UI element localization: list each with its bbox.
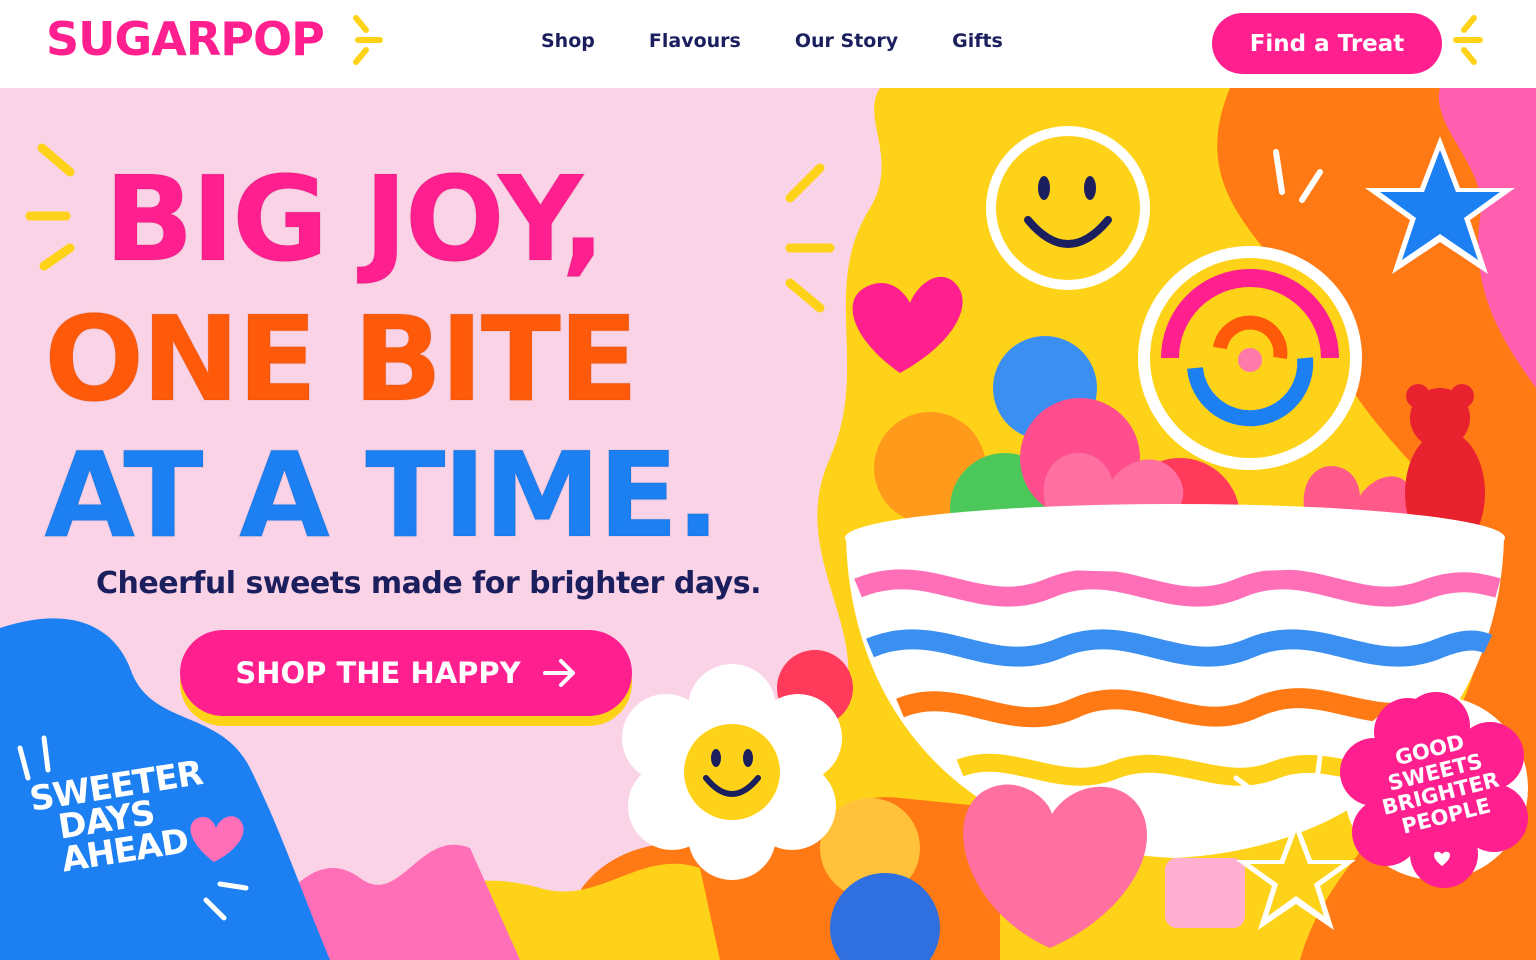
hero-subheadline: Cheerful sweets made for brighter days. [96,566,762,601]
top-nav: SUGARPOP Shop Flavours Our Story Gifts F… [0,0,1536,88]
nav-link-our-story[interactable]: Our Story [795,30,898,52]
find-a-treat-button[interactable]: Find a Treat [1212,13,1442,74]
hero-headline: BIG JOY, ONE BITE AT A TIME. [43,150,721,564]
hero-section: BIG JOY, ONE BITE AT A TIME. Cheerful sw… [0,88,1536,960]
lollipop-icon [1138,246,1362,470]
sparkle-icon [785,163,835,313]
sparkle-icon [353,15,383,65]
arrow-right-icon [542,659,575,687]
shop-button-label: SHOP THE HAPPY [235,656,521,690]
sparkle-icon [1453,15,1483,65]
headline-line-3: AT A TIME. [43,426,721,564]
headline-line-2: ONE BITE [43,290,640,428]
nav-link-flavours[interactable]: Flavours [649,30,741,52]
brand-logo[interactable]: SUGARPOP [46,12,325,66]
nav-link-shop[interactable]: Shop [541,30,595,52]
headline-line-1: BIG JOY, [103,150,607,288]
main-nav: Shop Flavours Our Story Gifts [541,30,1057,52]
nav-link-gifts[interactable]: Gifts [952,30,1003,52]
shop-the-happy-button[interactable]: SHOP THE HAPPY [180,630,632,716]
smiley-icon [986,126,1150,290]
